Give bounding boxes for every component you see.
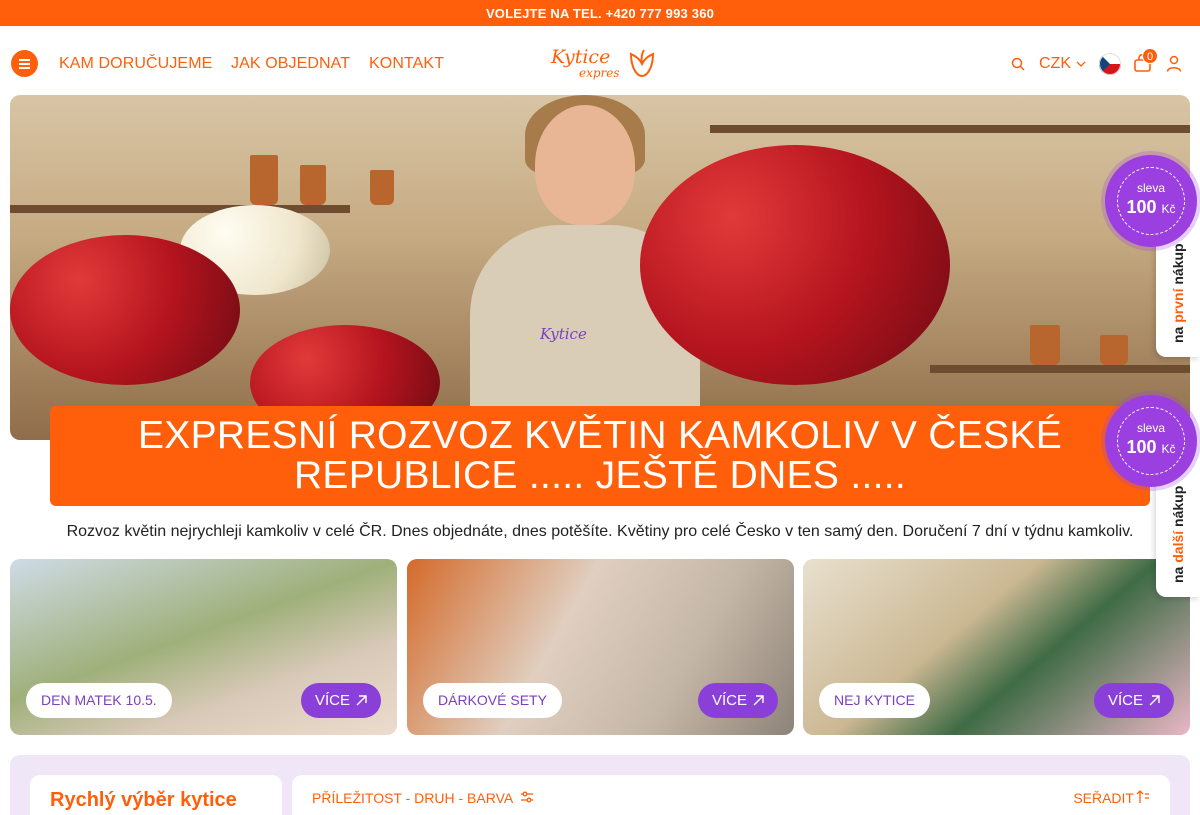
hero-headline-banner: EXPRESNÍ ROZVOZ KVĚTIN KAMKOLIV V ČESKÉ … (50, 406, 1150, 506)
category-card-mothers-day[interactable]: DEN MATEK 10.5. VÍCE (10, 559, 397, 735)
logo-text: Kytice (551, 46, 611, 68)
discount-tab-text: na první nákup (1170, 243, 1186, 343)
more-button[interactable]: VÍCE (300, 683, 381, 718)
red-roses-left (10, 235, 240, 385)
discount-circle[interactable]: sleva 100 Kč (1105, 155, 1197, 247)
arrow-up-right-icon (1149, 695, 1160, 706)
site-logo[interactable]: Kytice expres (551, 46, 661, 82)
hamburger-menu-button[interactable] (11, 50, 38, 77)
filter-toggle[interactable]: PŘÍLEŽITOST - DRUH - BARVA (312, 790, 513, 806)
czech-flag-icon[interactable] (1099, 53, 1121, 75)
top-phone-bar[interactable]: VOLEJTE NA TEL. +420 777 993 360 (0, 0, 1200, 26)
discount-circle[interactable]: sleva 100 Kč (1105, 395, 1197, 487)
card-label[interactable]: DEN MATEK 10.5. (26, 683, 172, 718)
hero-image: Kytice (10, 95, 1190, 440)
logo-subtext: expres (579, 66, 620, 80)
shelf (10, 205, 350, 213)
chevron-down-icon[interactable] (1076, 60, 1086, 68)
sort-button[interactable]: SEŘADIT (1073, 790, 1134, 806)
discount-circle-inner: sleva 100 Kč (1117, 167, 1185, 235)
plant-pot (1030, 325, 1060, 365)
discount-badge-next-purchase[interactable]: na další nákup sleva 100 Kč (1105, 395, 1200, 600)
nav-link-how-to-order[interactable]: JAK OBJEDNAT (231, 55, 350, 73)
shelf (930, 365, 1190, 373)
florist-face (535, 105, 635, 225)
nav-link-contact[interactable]: KONTAKT (369, 55, 444, 73)
arrow-up-right-icon (356, 695, 367, 706)
more-button[interactable]: VÍCE (697, 683, 778, 718)
arrow-up-right-icon (753, 695, 764, 706)
sort-icon[interactable] (1136, 790, 1150, 804)
hero-subtitle: Rozvoz květin nejrychleji kamkoliv v cel… (66, 523, 1134, 540)
apron-logo: Kytice (540, 325, 587, 343)
hero-headline-line1: EXPRESNÍ ROZVOZ KVĚTIN KAMKOLIV V ČESKÉ (137, 414, 1063, 457)
discount-tab[interactable]: na další nákup (1156, 467, 1200, 597)
category-card-gift-sets[interactable]: DÁRKOVÉ SETY VÍCE (407, 559, 794, 735)
discount-badge-first-purchase[interactable]: na první nákup sleva 100 Kč (1105, 155, 1200, 360)
discount-circle-inner: sleva 100 Kč (1117, 407, 1185, 475)
currency-selector[interactable]: CZK (1039, 55, 1071, 73)
red-rose-bouquet (640, 145, 950, 385)
tulip-logo-icon (629, 49, 655, 78)
plant-pot (250, 155, 278, 205)
discount-tab[interactable]: na první nákup (1156, 227, 1200, 357)
plant-pot (370, 170, 394, 205)
shelf (710, 125, 1190, 133)
user-account-icon[interactable] (1166, 55, 1182, 72)
quick-select-title: Rychlý výběr kytice (50, 789, 237, 811)
filter-bar[interactable]: PŘÍLEŽITOST - DRUH - BARVA SEŘADIT (292, 775, 1170, 815)
filter-sliders-icon[interactable] (520, 791, 534, 803)
search-icon[interactable] (1011, 57, 1025, 71)
cart-count-badge: 0 (1142, 48, 1158, 64)
more-button[interactable]: VÍCE (1093, 683, 1174, 718)
nav-link-delivery[interactable]: KAM DORUČUJEME (59, 55, 212, 73)
quick-select-panel[interactable]: Rychlý výběr kytice (30, 775, 282, 815)
plant-pot (300, 165, 326, 205)
card-label[interactable]: NEJ KYTICE (819, 683, 930, 718)
card-label[interactable]: DÁRKOVÉ SETY (423, 683, 562, 718)
hero-headline-line2: REPUBLICE ..... JEŠTĚ DNES ..... (293, 454, 907, 497)
discount-tab-text: na další nákup (1170, 485, 1186, 583)
main-navigation: KAM DORUČUJEME JAK OBJEDNAT KONTAKT Kyti… (0, 26, 1200, 95)
